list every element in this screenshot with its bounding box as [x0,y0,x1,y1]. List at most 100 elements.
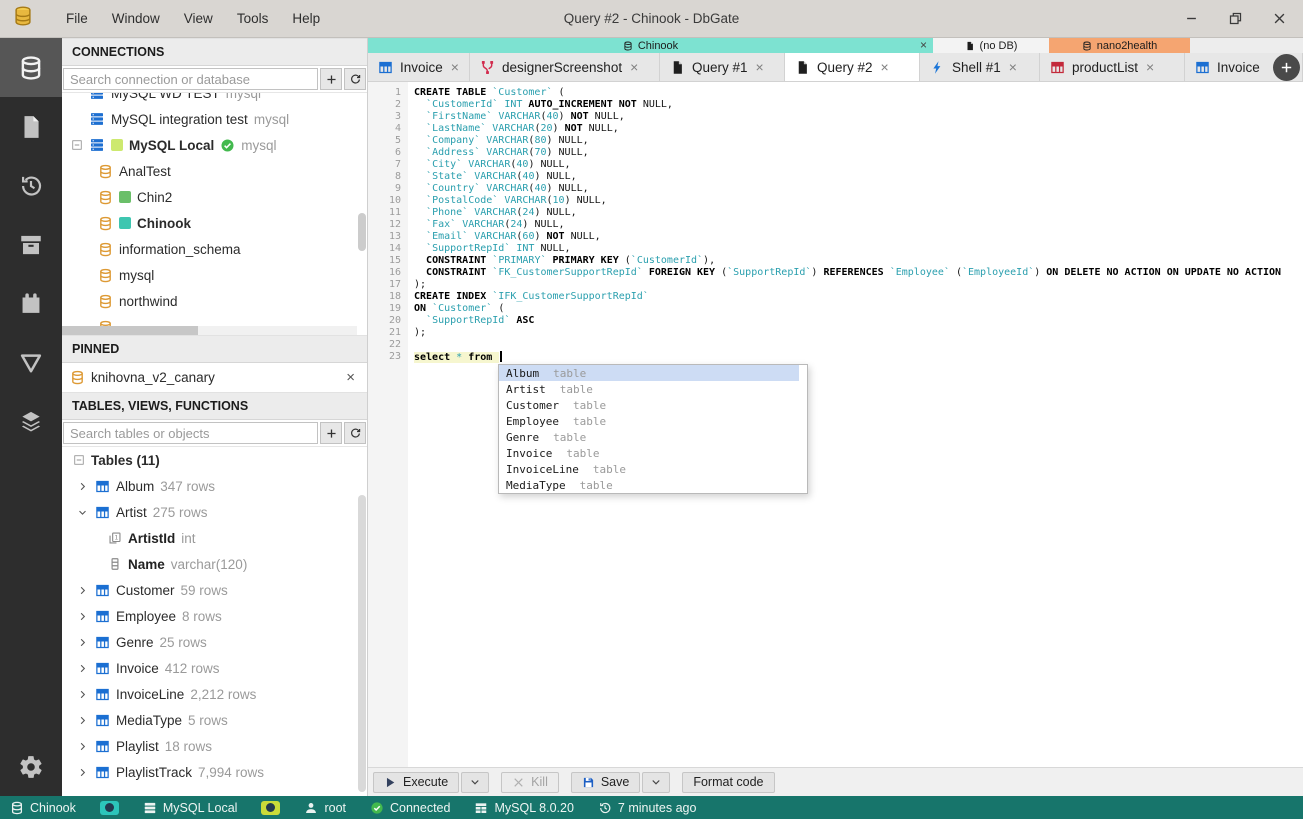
autocomplete-item-invoice[interactable]: Invoice table [499,445,799,461]
database-analtest[interactable]: AnalTest [62,158,367,184]
scroll-thumb[interactable] [62,326,198,335]
chevron-right-icon[interactable] [76,715,89,726]
menu-window[interactable]: Window [100,7,172,30]
connections-hscrollbar[interactable] [62,326,357,335]
connection-mysql-integration-test[interactable]: MySQL integration test mysql [62,106,367,132]
tab-shell-1[interactable]: Shell #1 × [920,53,1040,81]
menu-tools[interactable]: Tools [225,7,281,30]
chevron-right-icon[interactable] [76,637,89,648]
minimize-button[interactable] [1183,11,1199,27]
close-button[interactable] [1271,11,1287,27]
table-employee[interactable]: Employee 8 rows [62,603,367,629]
format-code-button[interactable]: Format code [682,771,775,793]
file-icon [965,41,975,51]
rail-database-button[interactable] [0,38,62,97]
execute-dropdown-button[interactable] [461,771,490,793]
rail-history-button[interactable] [0,156,62,215]
tab-productlist[interactable]: productList × [1040,53,1185,81]
close-group-icon[interactable]: × [920,38,927,53]
close-tab-icon[interactable]: × [1146,59,1154,75]
close-tab-icon[interactable]: × [756,59,764,75]
save-button[interactable]: Save [570,771,641,793]
column-name[interactable]: Name varchar(120) [62,551,367,577]
autocomplete-item-mediatype[interactable]: MediaType table [499,477,799,493]
collapse-icon[interactable] [72,454,85,466]
chevron-right-icon[interactable] [76,481,89,492]
tables-search-input[interactable] [63,422,318,444]
table-artist[interactable]: Artist 275 rows [62,499,367,525]
sql-editor[interactable]: 1 2 3 4 5 6 7 8 9 10 11 12 13 14 15 16 17 18 19 20 21 22 23 CR… [368,82,1303,767]
code-line: `PostalCode` VARCHAR(10) NULL, [426,195,607,206]
rail-plugin-button[interactable] [0,274,62,333]
chevron-right-icon[interactable] [76,767,89,778]
table-album[interactable]: Album 347 rows [62,473,367,499]
tab-designerscreenshot[interactable]: designerScreenshot × [470,53,660,81]
database-northwind[interactable]: northwind [62,288,367,314]
tab-query-1[interactable]: Query #1 × [660,53,785,81]
chevron-right-icon[interactable] [76,611,89,622]
autocomplete-item-invoiceline[interactable]: InvoiceLine table [499,461,799,477]
rail-file-button[interactable] [0,97,62,156]
close-tab-icon[interactable]: × [881,59,889,75]
unpin-close-icon[interactable]: × [346,369,355,386]
refresh-tables-button[interactable] [344,422,366,444]
table-genre[interactable]: Genre 25 rows [62,629,367,655]
autocomplete-item-genre[interactable]: Genre table [499,429,799,445]
database-information-schema[interactable]: information_schema [62,236,367,262]
table-playlisttrack[interactable]: PlaylistTrack 7,994 rows [62,759,367,785]
code-line: `Company` VARCHAR(80) NULL, [426,135,589,146]
menu-bar: File Window View Tools Help [54,7,332,30]
table-invoiceline[interactable]: InvoiceLine 2,212 rows [62,681,367,707]
chevron-down-icon[interactable] [76,507,89,518]
tables-scrollbar[interactable] [358,495,366,792]
refresh-connections-button[interactable] [344,68,366,90]
restore-button[interactable] [1227,11,1243,27]
add-table-button[interactable] [320,422,342,444]
database-mysql[interactable]: mysql [62,262,367,288]
tables-group[interactable]: Tables (11) [62,447,367,473]
tab-query-2[interactable]: Query #2 × [785,53,920,81]
menu-file[interactable]: File [54,7,100,30]
autocomplete-item-employee[interactable]: Employee table [499,413,799,429]
menu-view[interactable]: View [172,7,225,30]
table-mediatype[interactable]: MediaType 5 rows [62,707,367,733]
rail-archive-button[interactable] [0,215,62,274]
connection-mysql-wd-test[interactable]: MySQL WD TEST mysql [62,93,367,106]
menu-help[interactable]: Help [280,7,332,30]
new-tab-button[interactable] [1273,54,1300,81]
save-dropdown-button[interactable] [642,771,671,793]
tab-group-chinook[interactable]: Chinook × [368,38,933,53]
rail-settings-button[interactable] [0,737,62,796]
close-tab-icon[interactable]: × [630,59,638,75]
connections-search-input[interactable] [63,68,318,90]
rail-favorites-button[interactable] [0,333,62,392]
line-number: 22 [388,339,401,350]
expander[interactable] [70,139,83,151]
autocomplete-item-artist[interactable]: Artist table [499,381,799,397]
add-connection-button[interactable] [320,68,342,90]
close-tab-icon[interactable]: × [451,59,459,75]
chevron-right-icon[interactable] [76,689,89,700]
autocomplete-item-album[interactable]: Album table [499,365,799,381]
connection-mysql-local[interactable]: MySQL Local mysql [62,132,367,158]
tab-group-no-db[interactable]: (no DB) [933,38,1049,53]
chevron-right-icon[interactable] [76,741,89,752]
rail-layers-button[interactable] [0,392,62,451]
chevron-right-icon[interactable] [76,663,89,674]
tab-group-nano2health[interactable]: nano2health [1049,38,1190,53]
chevron-right-icon[interactable] [76,585,89,596]
column-artistid[interactable]: 1 ArtistId int [62,525,367,551]
connections-scrollbar[interactable] [358,213,366,251]
table-playlist[interactable]: Playlist 18 rows [62,733,367,759]
tab-invoice[interactable]: Invoice × [368,53,470,81]
close-tab-icon[interactable]: × [1009,59,1017,75]
table-customer[interactable]: Customer 59 rows [62,577,367,603]
database-chin2[interactable]: Chin2 [62,184,367,210]
execute-button[interactable]: Execute [373,771,460,793]
table-invoice[interactable]: Invoice 412 rows [62,655,367,681]
statement-highlight: select * from [414,351,500,363]
pinned-knihovna-v2-canary[interactable]: knihovna_v2_canary × [62,363,367,392]
database-chinook[interactable]: Chinook [62,210,367,236]
autocomplete-item-customer[interactable]: Customer table [499,397,799,413]
kill-button[interactable]: Kill [501,771,559,793]
